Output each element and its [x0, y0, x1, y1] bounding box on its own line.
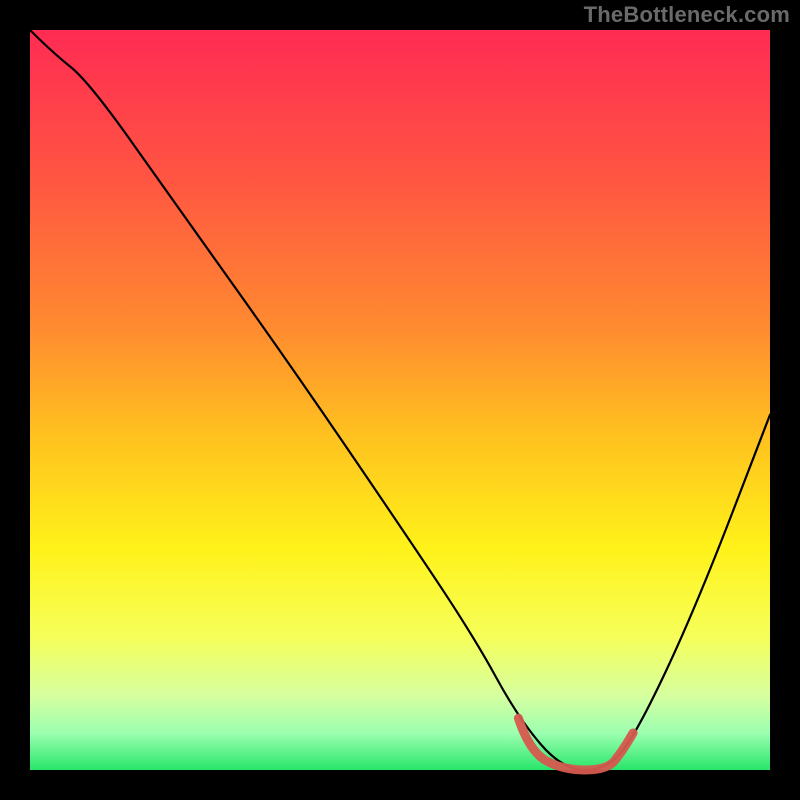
chart-container: TheBottleneck.com: [0, 0, 800, 800]
watermark-text: TheBottleneck.com: [584, 2, 790, 28]
bottleneck-chart: [0, 0, 800, 800]
